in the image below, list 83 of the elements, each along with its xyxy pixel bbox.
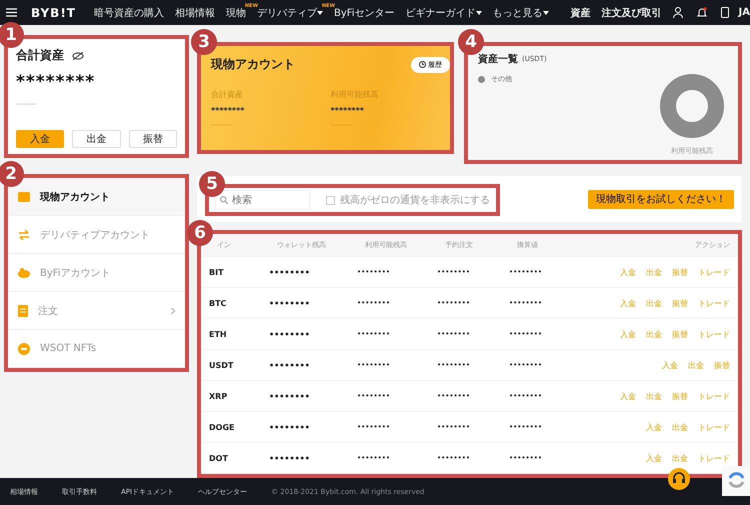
nav-link[interactable]: もっと見る <box>492 6 549 20</box>
try-spot-button[interactable]: 現物取引をお試しください！ <box>588 190 734 208</box>
support-headset-icon[interactable] <box>668 468 690 490</box>
action-link[interactable]: トレード <box>698 390 730 402</box>
action-link[interactable]: 出金 <box>672 452 688 464</box>
total-amount: ******** <box>16 72 96 92</box>
action-link[interactable]: 入金 <box>662 360 678 370</box>
action-link[interactable]: 振替 <box>672 298 688 308</box>
action-link[interactable]: トレード <box>698 266 730 278</box>
action-link[interactable]: 入金 <box>620 298 636 308</box>
coin-icon <box>18 342 30 354</box>
coin-cell-text: XRP <box>209 392 228 400</box>
coin-cell-text: USDT <box>209 360 234 370</box>
eye-off-icon[interactable] <box>72 52 84 60</box>
table-cell-text: •••••••• <box>269 298 311 308</box>
table-cell-text: •••••••• <box>269 360 311 370</box>
action-button[interactable]: 入金 <box>16 130 64 148</box>
coin-cell-text: BIT <box>209 268 225 276</box>
phone-icon[interactable] <box>720 7 729 18</box>
coin-cell-text: ETH <box>209 330 228 338</box>
step-badge: 2 <box>0 161 24 187</box>
action-link[interactable]: 出金 <box>688 360 704 370</box>
action-link[interactable]: 出金 <box>646 266 662 278</box>
step-badge: 5 <box>199 171 225 197</box>
action-link[interactable]: トレード <box>698 422 730 432</box>
language-selector[interactable]: JA <box>738 7 750 18</box>
nav-link[interactable]: デリバティブ <box>256 6 323 20</box>
clock-icon <box>419 61 426 68</box>
action-link[interactable]: 出金 <box>646 390 662 402</box>
table-cell-text: •••••••• <box>269 268 311 276</box>
nav-link[interactable]: 暗号資産の購入 <box>94 6 164 20</box>
nav-link[interactable]: 現物 <box>226 6 246 20</box>
coin-cell-text: DOT <box>209 454 229 462</box>
hide-zero-checkbox[interactable]: 残高がゼロの通貨を非表示にする <box>326 193 490 207</box>
search-icon <box>220 196 228 204</box>
action-link[interactable]: 入金 <box>620 390 636 402</box>
action-link[interactable]: 出金 <box>672 422 688 432</box>
action-link[interactable]: トレード <box>698 452 730 464</box>
donut-chart <box>660 74 724 138</box>
action-button[interactable]: 出金 <box>72 130 121 148</box>
action-link[interactable]: 入金 <box>620 266 636 278</box>
document-icon <box>18 304 28 316</box>
user-icon[interactable] <box>672 7 683 18</box>
step-badge: 4 <box>458 29 484 55</box>
search-field[interactable]: 検索 <box>215 190 310 210</box>
nav-link[interactable]: 資産 <box>570 6 591 20</box>
nav-link[interactable]: ビギナーガイド <box>406 6 482 20</box>
swap-arrows-icon <box>18 230 30 240</box>
table-cell-text: •••••••• <box>269 330 311 338</box>
action-link[interactable]: 振替 <box>672 328 688 340</box>
stat-label: 合計資産 <box>211 89 244 100</box>
action-link[interactable]: 入金 <box>646 422 662 432</box>
card-title: 合計資産 <box>16 47 64 64</box>
piggy-bank-icon <box>18 268 30 278</box>
coin-cell-text: DOGE <box>209 422 236 432</box>
action-link[interactable]: 入金 <box>620 328 636 340</box>
coin-cell-text: BTC <box>209 298 228 308</box>
step-badge: 3 <box>191 29 217 55</box>
stat-value: ******** <box>330 106 365 115</box>
action-link[interactable]: 入金 <box>646 452 662 464</box>
nav-link[interactable]: ByFiセンター <box>334 6 395 20</box>
step-badge: 1 <box>0 22 24 48</box>
action-link[interactable]: トレード <box>698 298 730 308</box>
stat-value: ******** <box>211 106 246 115</box>
bell-icon[interactable] <box>696 7 707 18</box>
card-title: 現物アカウント <box>211 56 295 73</box>
menu-icon[interactable] <box>6 8 17 17</box>
sidebar-item[interactable]: 現物アカウント <box>8 178 185 216</box>
action-link[interactable]: 出金 <box>646 328 662 340</box>
nav-link[interactable]: 注文及び取引 <box>602 6 662 20</box>
action-link[interactable]: トレード <box>698 328 730 340</box>
nav-link[interactable]: 相場情報 <box>174 6 215 20</box>
action-button[interactable]: 振替 <box>128 130 177 148</box>
table-cell-text: •••••••• <box>269 454 311 462</box>
action-link[interactable]: 振替 <box>714 360 730 370</box>
table-cell-text: •••••••• <box>269 422 311 432</box>
wallet-icon <box>18 192 30 202</box>
card-title: 資産一覧 <box>478 52 518 66</box>
action-link[interactable]: 振替 <box>672 266 688 278</box>
action-link[interactable]: 振替 <box>672 390 688 402</box>
action-link[interactable]: 出金 <box>646 298 662 308</box>
logo: BYB!T <box>31 6 76 20</box>
table-cell-text: •••••••• <box>269 392 311 400</box>
